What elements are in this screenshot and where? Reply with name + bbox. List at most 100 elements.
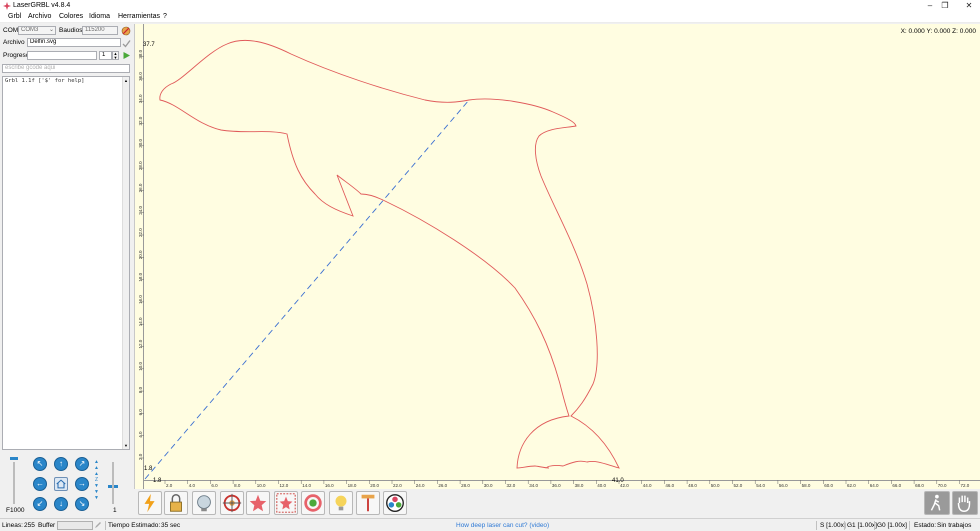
y-ruler-label: 20.0 (138, 250, 143, 259)
power-slider-track[interactable] (13, 462, 15, 504)
baud-label: Baudios (59, 27, 83, 34)
file-value: Delfin.svg (30, 39, 57, 45)
x-ruler-label: 6.0 (211, 483, 218, 488)
frame-star-button[interactable] (274, 491, 298, 515)
separator (105, 521, 106, 530)
lock-button[interactable] (164, 491, 188, 515)
bottom-toolbar (134, 489, 980, 518)
z-axis-arrows[interactable]: ▲ ▲ ▲ Z ▼ ▼ ▼ (94, 459, 99, 509)
x-ruler-label: 72.0 (961, 483, 970, 488)
y-ruler-label: 2.0 (138, 453, 143, 460)
connect-icon[interactable] (121, 26, 131, 36)
pencil-icon[interactable] (94, 521, 102, 529)
x-max-label: 41.0 (612, 478, 624, 484)
scroll-up-icon[interactable]: ▲ (124, 78, 128, 83)
minimize-button[interactable]: – (925, 1, 935, 11)
frame-star-icon (276, 493, 296, 513)
separator (909, 521, 910, 530)
pin-button[interactable] (356, 491, 380, 515)
console-scrollbar[interactable]: ▲ ▼ (122, 77, 129, 449)
copies-stepper[interactable]: ▲ ▼ (112, 51, 119, 60)
left-panel: COM COM3 ⌄ Baudios 115200 Archivo Delfin.… (0, 24, 134, 518)
dolphin-path (159, 39, 620, 469)
y-max-label: 37.7 (143, 42, 155, 48)
state-value: Sin trabajos (937, 522, 972, 529)
preview-canvas[interactable]: X: 0.000 Y: 0.000 Z: 0.000 2.0 4.0 6.0 8.0 1… (134, 24, 980, 489)
stop-hand-button[interactable] (952, 491, 978, 515)
g0-override[interactable]: G0 [1.00x] (877, 522, 907, 529)
buffer-label: Buffer (38, 522, 56, 529)
time-value: 35 sec (161, 522, 181, 529)
close-button[interactable]: ✕ (964, 1, 974, 11)
menu-bar: Grbl Archivo Colores Idioma Herramientas… (0, 12, 980, 23)
y-ruler-label: 38.0 (138, 49, 143, 58)
menu-idioma[interactable]: Idioma (89, 13, 110, 20)
console-log[interactable]: Grbl 1.1f ['$' for help] ▲ ▼ (2, 76, 130, 450)
walk-icon (930, 494, 941, 511)
x-ruler-label: 14.0 (302, 483, 311, 488)
target-button[interactable] (220, 491, 244, 515)
laser-power-button[interactable] (138, 491, 162, 515)
baud-select[interactable]: 115200 (82, 26, 118, 35)
checkmark-icon[interactable] (122, 39, 131, 48)
color-wheel-button[interactable] (383, 491, 407, 515)
menu-herramientas[interactable]: Herramientas (118, 13, 160, 20)
jog-left-button[interactable]: ← (33, 477, 47, 491)
x-ruler-label: 58.0 (802, 483, 811, 488)
jog-up-left-button[interactable]: ↖ (33, 457, 47, 471)
com-select[interactable]: COM3 ⌄ (18, 26, 56, 35)
step-value: 1 (113, 507, 117, 514)
jog-down-left-button[interactable]: ↙ (33, 497, 47, 511)
help-video-link[interactable]: How deep laser can cut? (video) (456, 522, 549, 529)
status-bar: Lineas: 255 Buffer Tiempo Estimado: 35 s… (0, 518, 980, 531)
progress-bar (27, 51, 97, 60)
jog-right-button[interactable]: → (75, 477, 89, 491)
x-ruler-label: 52.0 (734, 483, 743, 488)
file-field[interactable]: Delfin.svg (27, 38, 121, 47)
menu-colores[interactable]: Colores (59, 13, 83, 20)
menu-grbl[interactable]: Grbl (8, 13, 21, 20)
separator (844, 521, 845, 530)
menu-archivo[interactable]: Archivo (28, 13, 51, 20)
home-icon (56, 479, 66, 489)
scroll-down-icon[interactable]: ▼ (124, 443, 128, 448)
menu-help[interactable]: ? (163, 13, 167, 20)
y-ruler-label: 16.0 (138, 295, 143, 304)
x-ruler-label: 48.0 (688, 483, 697, 488)
y-ruler-label: 36.0 (138, 72, 143, 81)
x-ruler-label: 60.0 (824, 483, 833, 488)
y-ruler-label: 34.0 (138, 94, 143, 103)
console-line: Grbl 1.1f ['$' for help] (5, 78, 85, 84)
preview-drawing: 2.0 4.0 6.0 8.0 10.0 12.0 14.0 16.0 18.0 20.0 22.0… (138, 39, 970, 488)
x-ruler-label: 28.0 (461, 483, 470, 488)
globe-button[interactable] (192, 491, 216, 515)
jog-down-button[interactable]: ↓ (54, 497, 68, 511)
x-ruler-label: 70.0 (938, 483, 947, 488)
laser-power-icon (144, 493, 155, 513)
star-button[interactable] (246, 491, 270, 515)
play-icon[interactable] (122, 51, 131, 60)
x-ruler-label: 38.0 (575, 483, 584, 488)
g1-override[interactable]: G1 [1.00x] (847, 522, 877, 529)
x-ruler-label: 34.0 (529, 483, 538, 488)
bulb-button[interactable] (329, 491, 353, 515)
copies-value: 1 (102, 52, 106, 58)
jog-up-right-button[interactable]: ↗ (75, 457, 89, 471)
pin-icon (361, 494, 375, 512)
walk-button[interactable] (924, 491, 950, 515)
y-ruler-label: 8.0 (138, 386, 143, 393)
s-override[interactable]: S [1.00x] (820, 522, 846, 529)
color-wheel-icon (386, 494, 404, 512)
jog-home-button[interactable] (54, 477, 68, 491)
x-ruler-label: 64.0 (870, 483, 879, 488)
x-ruler-label: 56.0 (779, 483, 788, 488)
ring-button[interactable] (301, 491, 325, 515)
jog-down-right-button[interactable]: ↘ (75, 497, 89, 511)
power-slider-thumb[interactable] (10, 457, 18, 460)
step-slider-track[interactable] (112, 462, 114, 504)
x-ruler-label: 50.0 (711, 483, 720, 488)
copies-field[interactable]: 1 (99, 51, 112, 60)
command-input[interactable]: escribe gcode aqui (2, 64, 130, 73)
jog-up-button[interactable]: ↑ (54, 457, 68, 471)
restore-button[interactable]: ❐ (940, 1, 950, 11)
